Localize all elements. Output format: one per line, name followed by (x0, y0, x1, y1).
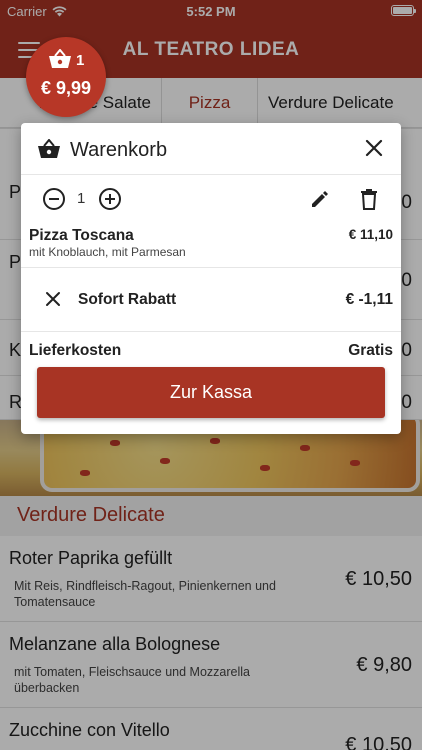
basket-icon (49, 49, 71, 68)
basket-icon (38, 139, 60, 158)
delivery-label: Lieferkosten (29, 342, 122, 359)
cart-badge[interactable]: 1 € 9,99 (26, 37, 106, 117)
discount-price: € -1,11 (345, 291, 393, 308)
dialog-title: Warenkorb (70, 139, 168, 161)
discount-row: Sofort Rabatt € -1,11 (21, 268, 401, 332)
increase-quantity-button[interactable] (99, 188, 121, 210)
cart-item-options: mit Knoblauch, mit Parmesan (29, 245, 186, 259)
cart-item-name: Pizza Toscana (29, 227, 134, 244)
cart-dialog: Warenkorb 1 Pizza Toscana mit Knoblauch,… (21, 123, 401, 434)
decrease-quantity-button[interactable] (43, 188, 65, 210)
discount-label: Sofort Rabatt (78, 291, 177, 308)
close-icon[interactable] (363, 137, 385, 159)
delivery-value: Gratis (348, 342, 393, 359)
delete-trash-icon[interactable] (359, 188, 379, 210)
dialog-header: Warenkorb (21, 123, 401, 175)
checkout-button[interactable]: Zur Kassa (37, 367, 385, 418)
cart-total: € 9,99 (40, 78, 92, 98)
quantity-value: 1 (77, 190, 86, 207)
remove-discount-icon[interactable] (45, 291, 61, 307)
cart-count: 1 (76, 52, 85, 69)
delivery-row: Lieferkosten Gratis (21, 333, 401, 367)
cart-item-price: € 11,10 (348, 227, 393, 242)
quantity-row: 1 (21, 175, 401, 223)
edit-pencil-icon[interactable] (309, 188, 331, 210)
cart-item: Pizza Toscana mit Knoblauch, mit Parmesa… (21, 223, 401, 268)
